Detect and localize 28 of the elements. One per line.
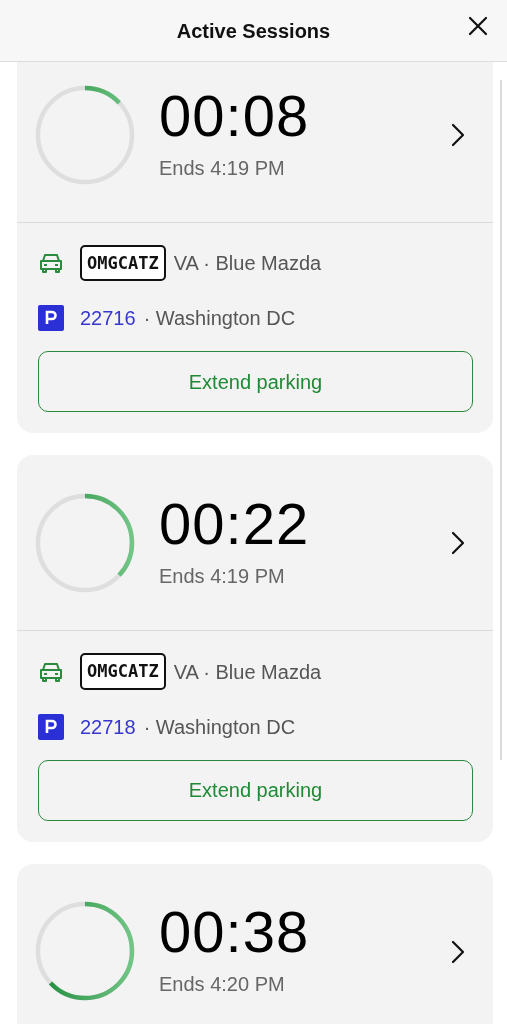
parking-icon: [38, 713, 64, 740]
close-icon[interactable]: [467, 15, 489, 37]
chevron-right-icon[interactable]: [451, 531, 465, 556]
countdown-time: 00:22: [159, 494, 310, 553]
end-time: Ends 4:19 PM: [159, 563, 286, 589]
extend-parking-button[interactable]: Extend parking: [38, 759, 473, 821]
end-time: Ends 4:19 PM: [159, 155, 286, 181]
end-time: Ends 4:20 PM: [159, 972, 286, 998]
vehicle-details: VA · Blue Mazda: [173, 659, 322, 685]
session-card[interactable]: 00:08 Ends 4:19 PM OMGCATZ VA · Blue Mazda 22716 · Washington DC Extend parking: [17, 62, 493, 434]
zone-location: · Washington DC: [143, 306, 296, 332]
countdown-time: 00:08: [159, 86, 310, 145]
zone-number[interactable]: 22718: [80, 711, 136, 742]
extend-parking-button[interactable]: Extend parking: [38, 351, 473, 413]
car-icon: [38, 252, 64, 275]
vehicle-details: VA · Blue Mazda: [173, 251, 322, 277]
session-card[interactable]: 00:38 Ends 4:20 PM: [17, 863, 493, 1024]
parking-icon: [38, 305, 64, 332]
chevron-right-icon[interactable]: [451, 939, 465, 964]
license-plate: OMGCATZ: [80, 653, 166, 690]
license-plate: OMGCATZ: [80, 245, 166, 282]
chevron-right-icon[interactable]: [451, 122, 465, 147]
car-icon: [38, 660, 64, 683]
countdown-time: 00:38: [159, 903, 310, 962]
zone-number[interactable]: 22716: [80, 303, 136, 334]
screen-title: Active Sessions: [176, 18, 331, 44]
session-card[interactable]: 00:22 Ends 4:19 PM OMGCATZ VA · Blue Mazda 22718 · Washington DC Extend parking: [17, 455, 493, 842]
zone-location: · Washington DC: [143, 714, 296, 740]
